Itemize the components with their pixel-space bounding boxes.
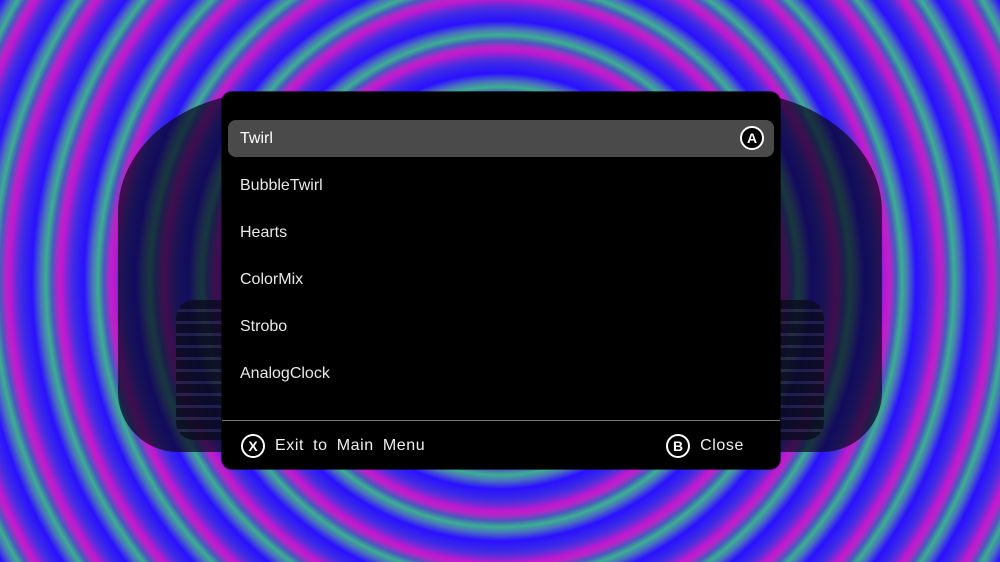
list-item-label: Strobo	[240, 318, 288, 335]
close-button[interactable]: B Close	[666, 434, 744, 458]
list-item-twirl[interactable]: Twirl A	[228, 120, 774, 157]
close-label: Close	[700, 437, 744, 454]
x-button-icon: X	[241, 434, 265, 458]
list-item-strobo[interactable]: Strobo	[228, 308, 774, 355]
exit-label: Exit to Main Menu	[275, 437, 426, 454]
visualizer-list: Twirl A BubbleTwirl Hearts ColorMix Stro…	[222, 120, 780, 402]
footer-divider	[222, 420, 780, 421]
list-item-hearts[interactable]: Hearts	[228, 214, 774, 261]
list-item-label: ColorMix	[240, 271, 304, 288]
visualizer-menu-panel: Twirl A BubbleTwirl Hearts ColorMix Stro…	[222, 92, 780, 469]
list-item-label: BubbleTwirl	[240, 177, 323, 194]
list-item-label: Twirl	[240, 130, 273, 147]
menu-footer: X Exit to Main Menu B Close	[222, 422, 780, 469]
exit-to-main-menu-button[interactable]: X Exit to Main Menu	[241, 434, 425, 458]
b-button-icon: B	[666, 434, 691, 458]
list-item-bubbletwirl[interactable]: BubbleTwirl	[228, 167, 774, 214]
list-item-label: AnalogClock	[240, 365, 330, 382]
list-item-colormix[interactable]: ColorMix	[228, 261, 774, 308]
a-button-icon: A	[740, 126, 764, 150]
visualizer-background: Twirl A BubbleTwirl Hearts ColorMix Stro…	[0, 0, 1000, 562]
list-item-analogclock[interactable]: AnalogClock	[228, 355, 774, 402]
list-item-label: Hearts	[240, 224, 288, 241]
